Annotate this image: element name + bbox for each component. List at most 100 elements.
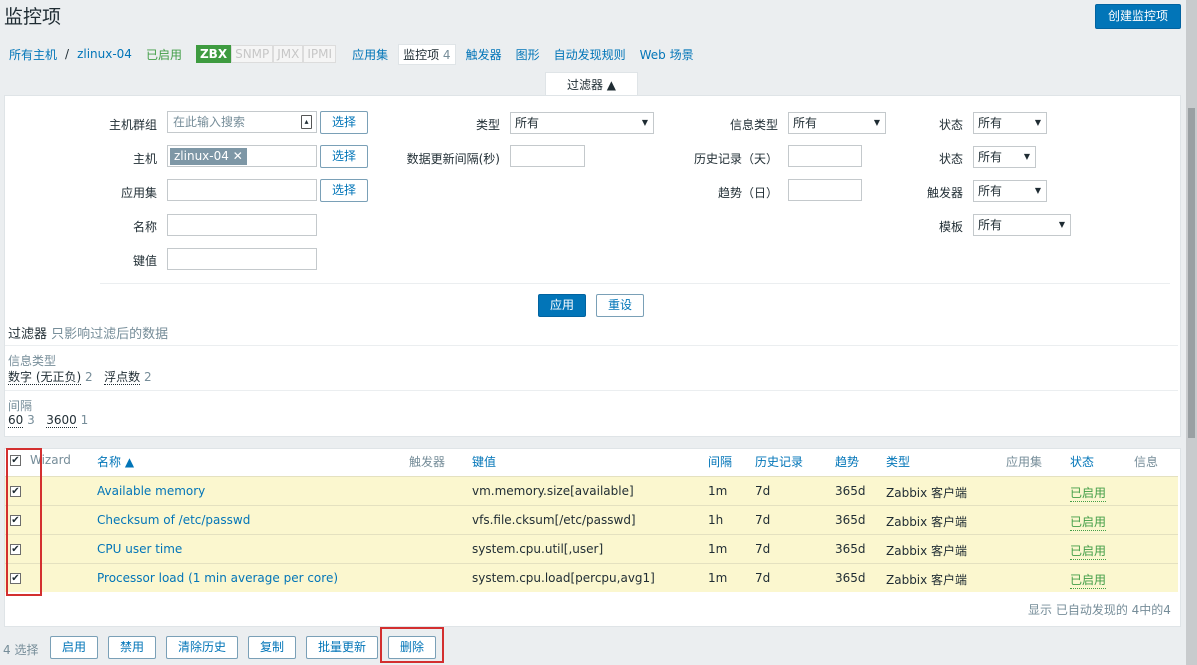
all-hosts-link[interactable]: 所有主机 [9,46,57,63]
item-type: Zabbix 客户端 [886,486,968,500]
host-label: 主机 [132,152,157,166]
filter-toggle-tab[interactable]: 过滤器 ▲ [545,72,638,97]
item-interval: 1m [708,571,728,585]
table-row: ✔ CPU user time system.cpu.util[,user] 1… [5,534,1178,563]
subfilter-option-unsigned[interactable]: 数字 (无正负) [8,370,82,385]
history-input[interactable] [788,145,862,167]
copy-button[interactable]: 复制 [248,636,296,659]
host-group-placeholder: 在此输入搜索 [173,115,246,129]
mass-enable-button[interactable]: 启用 [50,636,98,659]
name-input[interactable] [167,214,317,236]
host-group-select-button[interactable]: 选择 [320,111,368,134]
triggers-select[interactable]: 所有 [973,180,1047,202]
triggers-label: 触发器 [926,186,963,200]
item-type: Zabbix 客户端 [886,515,968,529]
item-interval: 1m [708,484,728,498]
trends-input[interactable] [788,179,862,201]
trends-label: 趋势（日） [717,186,778,200]
subfilter-interval-title: 间隔 [8,399,33,413]
filter-divider [100,283,1170,284]
interval-input[interactable] [510,145,585,167]
scrollbar-thumb[interactable] [1188,108,1195,438]
table-row: ✔ Available memory vm.memory.size[availa… [5,476,1178,505]
item-history: 7d [755,542,771,556]
host-group-input[interactable]: 在此输入搜索 ▴ [167,111,317,133]
application-select-button[interactable]: 选择 [320,179,368,202]
breadcrumb-separator: / [65,47,70,61]
table-row: ✔ Processor load (1 min average per core… [5,563,1178,592]
subfilter-option-float-count: 2 [143,370,152,384]
tab-discovery-rules[interactable]: 自动发现规则 [554,46,626,63]
item-trends: 365d [835,542,866,556]
reset-button[interactable]: 重设 [596,294,644,317]
item-history: 7d [755,513,771,527]
host-link[interactable]: zlinux-04 [77,47,132,61]
item-key: system.cpu.load[percpu,avg1] [472,571,655,585]
apply-button[interactable]: 应用 [538,294,586,317]
application-input[interactable] [167,179,317,201]
item-status-toggle[interactable]: 已启用 [1070,542,1107,560]
mass-update-button[interactable]: 批量更新 [306,636,378,659]
table-row: ✔ Checksum of /etc/passwd vfs.file.cksum… [5,505,1178,534]
clear-history-button[interactable]: 清除历史 [166,636,238,659]
tab-items-label: 监控项 [403,47,440,62]
header-status-sort[interactable]: 状态 [1070,453,1094,470]
tab-applications[interactable]: 应用集 [352,46,388,63]
host-status-enabled[interactable]: 已启用 [146,46,182,63]
tab-graphs[interactable]: 图形 [516,46,540,63]
host-group-label: 主机群组 [108,118,157,132]
header-triggers: 触发器 [409,455,446,469]
type-label: 类型 [475,118,500,132]
header-trends-sort[interactable]: 趋势 [835,453,859,470]
host-input[interactable]: zlinux-04 ✕ [167,145,317,167]
header-name-sort[interactable]: 名称 ▲ [97,453,134,470]
item-name-link[interactable]: Processor load (1 min average per core) [97,571,338,585]
item-name-link[interactable]: Checksum of /etc/passwd [97,513,250,527]
status-select[interactable]: 所有 [973,112,1047,134]
item-status-toggle[interactable]: 已启用 [1070,513,1107,531]
header-history-sort[interactable]: 历史记录 [755,453,803,470]
tab-triggers[interactable]: 触发器 [466,46,502,63]
state-select[interactable]: 所有 [973,146,1036,168]
info-type-label: 信息类型 [729,118,778,132]
state-label: 状态 [938,152,963,166]
tab-items[interactable]: 监控项 4 [398,43,456,65]
history-label: 历史记录（天） [693,152,778,166]
item-interval: 1h [708,513,724,527]
tab-items-count: 4 [442,47,451,62]
subfilter-option-unsigned-count: 2 [85,370,93,384]
item-trends: 365d [835,513,866,527]
header-type-sort[interactable]: 类型 [886,453,910,470]
subfilter-option-float[interactable]: 浮点数 [104,370,141,385]
subfilter-interval-60[interactable]: 60 [8,413,24,428]
item-status-toggle[interactable]: 已启用 [1070,571,1107,589]
info-type-select[interactable]: 所有 [788,112,886,134]
header-key-sort[interactable]: 键值 [472,453,496,470]
subfilter-note: 只影响过滤后的数据 [51,327,169,342]
item-status-toggle[interactable]: 已启用 [1070,484,1107,502]
template-select[interactable]: 所有 [973,214,1071,236]
key-label: 键值 [132,254,157,268]
delete-highlight-box [380,627,444,663]
zbx-availability-badge: ZBX [195,45,232,63]
item-name-link[interactable]: Available memory [97,484,205,498]
tab-web-scenarios[interactable]: Web 场景 [640,46,694,63]
item-key: system.cpu.util[,user] [472,542,604,556]
subfilter-info-type-title: 信息类型 [8,354,57,368]
header-interval-sort[interactable]: 间隔 [708,453,732,470]
mass-disable-button[interactable]: 禁用 [108,636,156,659]
subfilter-interval-3600[interactable]: 3600 [46,413,77,428]
host-navigation: 所有主机 / zlinux-04 已启用 ZBX SNMP JMX IPMI 应… [9,43,708,65]
host-select-button[interactable]: 选择 [320,145,368,168]
type-select[interactable]: 所有 [510,112,654,134]
create-item-button[interactable]: 创建监控项 [1095,4,1181,29]
status-label: 状态 [938,118,963,132]
item-type: Zabbix 客户端 [886,573,968,587]
key-input[interactable] [167,248,317,270]
subfilter-divider-2 [5,390,1178,391]
item-name-link[interactable]: CPU user time [97,542,182,556]
item-key: vfs.file.cksum[/etc/passwd] [472,513,636,527]
remove-chip-icon[interactable]: ✕ [233,149,243,163]
subfilter-interval-3600-count: 1 [80,413,89,427]
subfilter-heading: 过滤器 只影响过滤后的数据 [8,323,168,342]
